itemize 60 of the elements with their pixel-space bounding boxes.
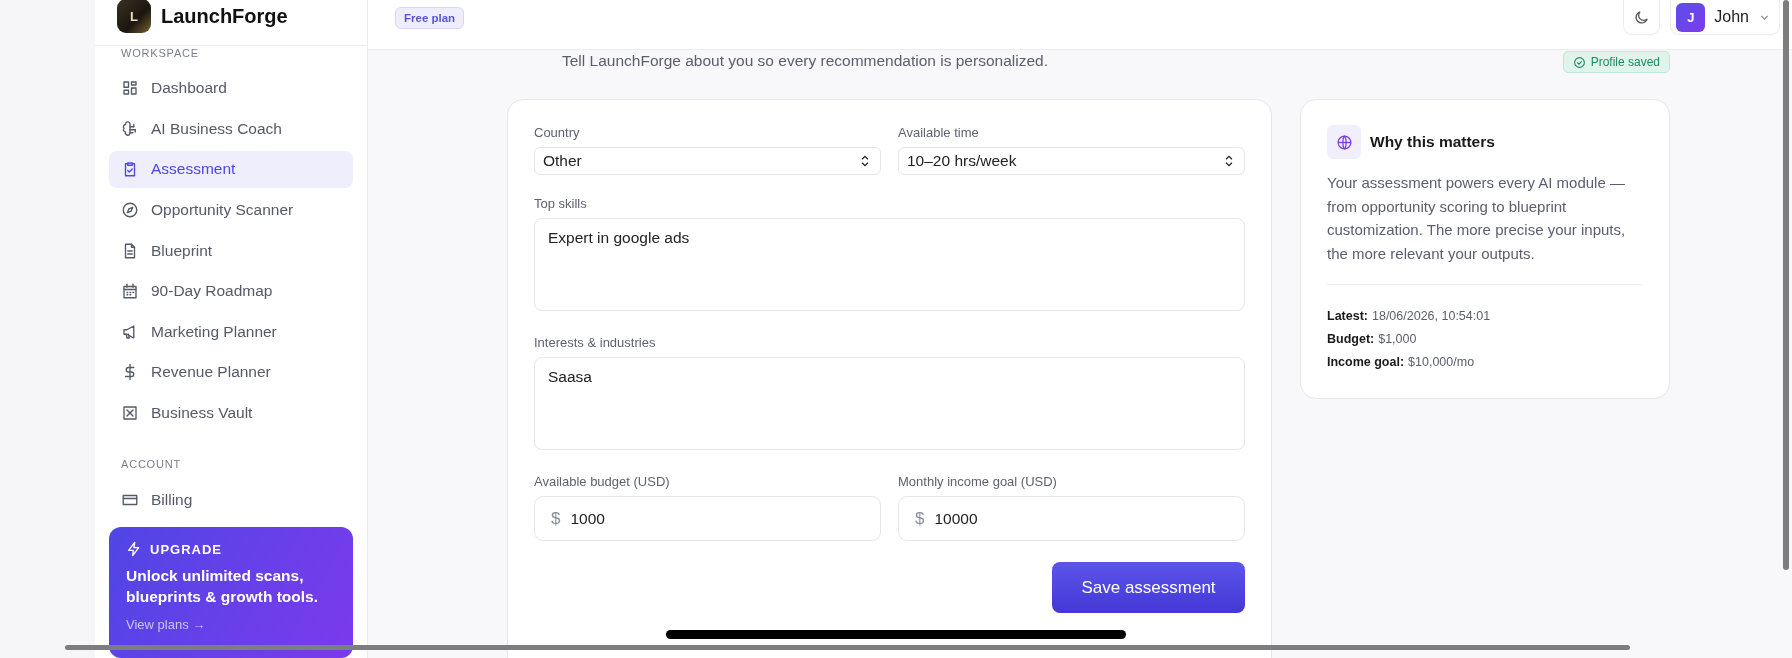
text-area[interactable]: Expert in google ads xyxy=(534,218,1245,311)
section-heading: ACCOUNT xyxy=(120,457,182,472)
compass-icon xyxy=(121,200,139,219)
upgrade-text: Unlock unlimited scans, blueprints & growth tools. xyxy=(126,566,320,607)
view-plans-link[interactable]: View plans → xyxy=(126,617,336,632)
nav-item[interactable]: Dashboard xyxy=(109,69,353,107)
detail-label: Income goal: xyxy=(1327,354,1405,371)
field-label: Top skills xyxy=(534,196,588,211)
avatar: J xyxy=(1676,2,1706,32)
field-label: Monthly income goal (USD) xyxy=(898,474,1058,489)
input-value: 1000 xyxy=(570,509,605,528)
nav-item[interactable]: 90-Day Roadmap xyxy=(109,272,353,310)
detail-value: 18/06/2026, 10:54:01 xyxy=(1372,308,1491,325)
nav-item[interactable]: Blueprint xyxy=(109,232,353,270)
field-label: Available budget (USD) xyxy=(534,474,671,489)
input-field[interactable]: $ 1000 xyxy=(534,496,881,541)
save-button[interactable]: Save assessment xyxy=(1052,562,1245,613)
info-title: Why this matters xyxy=(1370,133,1495,151)
text-area[interactable]: Saasa xyxy=(534,357,1245,450)
grid-icon xyxy=(121,79,139,98)
field-label: Interests & industries xyxy=(534,335,657,350)
brand-name: LaunchForge xyxy=(161,5,288,28)
scrollbar[interactable] xyxy=(1783,0,1789,570)
vault-icon xyxy=(121,403,139,422)
dollar-prefix: $ xyxy=(915,508,925,529)
nav-item[interactable]: Assessment xyxy=(109,150,353,188)
brain-icon xyxy=(121,119,139,138)
status-text: Profile saved xyxy=(1590,55,1660,69)
detail-value: $1,000 xyxy=(1378,331,1417,348)
detail-label: Budget: xyxy=(1327,331,1375,348)
select-field[interactable]: 10–20 hrs/week xyxy=(898,147,1245,175)
theme-toggle-button[interactable] xyxy=(1623,0,1661,35)
lightning-icon xyxy=(126,541,142,557)
user-name: John xyxy=(1714,8,1749,26)
user-menu-button[interactable]: J John xyxy=(1670,0,1780,35)
nav-item[interactable]: AI Business Coach xyxy=(109,110,353,148)
page-subtitle: Tell LaunchForge about you so every recommendation is personalized. xyxy=(562,52,1048,70)
scrollbar[interactable] xyxy=(65,645,1630,650)
logo-icon: L xyxy=(117,0,151,33)
nav-item[interactable]: Opportunity Scanner xyxy=(109,191,353,229)
dollar-prefix: $ xyxy=(551,508,561,529)
nav-item[interactable]: Revenue Planner xyxy=(109,353,353,391)
nav-item[interactable]: Billing xyxy=(109,481,353,518)
detail-label: Latest: xyxy=(1327,308,1368,325)
input-value: 10000 xyxy=(934,509,978,528)
detail-value: $10,000/mo xyxy=(1408,354,1475,371)
input-field[interactable]: $ 10000 xyxy=(898,496,1245,541)
upgrade-title: UPGRADE xyxy=(150,541,222,557)
field-label: Available time xyxy=(898,125,980,140)
field-label: Country xyxy=(534,125,581,140)
select-field[interactable]: Other xyxy=(534,147,881,175)
plan-badge: Free plan xyxy=(395,7,465,29)
nav-item[interactable]: Marketing Planner xyxy=(109,313,353,351)
info-text: Your assessment powers every AI module — from opportunity scoring to blueprint customization. The more precise your inputs, the more relevant your outputs. xyxy=(1327,173,1627,264)
nav-item[interactable]: Business Vault xyxy=(109,394,353,432)
moon-icon xyxy=(1633,8,1651,26)
section-heading: WORKSPACE xyxy=(120,46,200,61)
calendar-icon xyxy=(121,282,139,301)
check-circle-icon xyxy=(1572,55,1586,69)
globe-icon xyxy=(1327,125,1361,159)
